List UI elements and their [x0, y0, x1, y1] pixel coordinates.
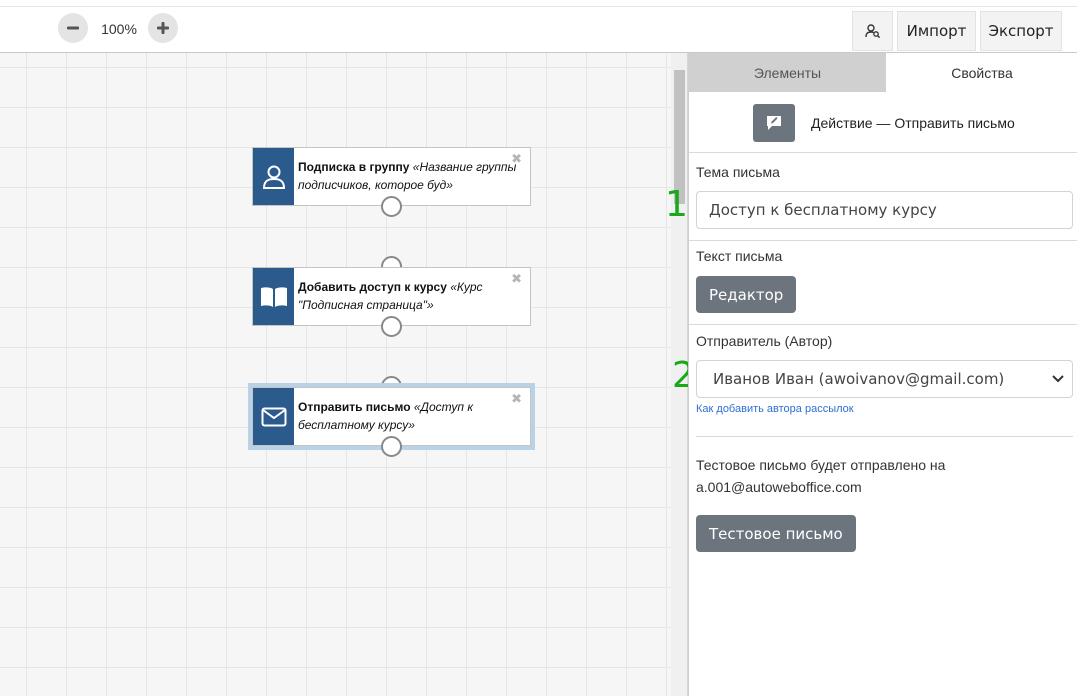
- import-button[interactable]: Импорт: [897, 11, 976, 51]
- close-icon[interactable]: ✖: [511, 391, 522, 407]
- test-email-address: a.001@autoweboffice.com: [696, 479, 862, 495]
- action-title: Действие — Отправить письмо: [811, 115, 1015, 131]
- subject-label: Тема письма: [696, 164, 780, 180]
- toolbar: 100% Импорт Экспорт: [0, 8, 1077, 53]
- subject-input-value: Доступ к бесплатному курсу: [709, 201, 937, 219]
- properties-panel: Элементы Свойства Действие — Отправить п…: [688, 53, 1077, 696]
- node-title: Отправить письмо: [298, 400, 411, 414]
- annotation-marker-1: 1: [665, 184, 688, 225]
- comment-edit-icon: [767, 116, 781, 130]
- zoom-in-button[interactable]: [148, 13, 178, 43]
- subject-input[interactable]: Доступ к бесплатному курсу: [696, 191, 1073, 229]
- sender-label: Отправитель (Автор): [696, 333, 833, 349]
- top-edge: [0, 0, 1077, 7]
- tab-elements[interactable]: Элементы: [689, 53, 886, 92]
- close-icon[interactable]: ✖: [511, 151, 522, 167]
- zoom-level: 100%: [101, 21, 137, 37]
- chevron-down-icon: [1052, 375, 1064, 383]
- sender-select-value: Иванов Иван (awoivanov@gmail.com): [713, 370, 1005, 388]
- node-title: Добавить доступ к курсу: [298, 280, 447, 294]
- flow-canvas[interactable]: Подписка в группу «Название группы подпи…: [0, 53, 671, 696]
- close-icon[interactable]: ✖: [511, 271, 522, 287]
- node-output-port[interactable]: [381, 316, 402, 337]
- node-output-port[interactable]: [381, 436, 402, 457]
- node-title: Подписка в группу: [298, 160, 410, 174]
- editor-button[interactable]: Редактор: [696, 276, 797, 313]
- user-search-icon: [864, 24, 880, 39]
- book-icon: [260, 286, 287, 307]
- user-icon: [262, 165, 285, 189]
- test-email-button[interactable]: Тестовое письмо: [696, 515, 856, 552]
- envelope-icon: [261, 407, 286, 426]
- sender-help-link[interactable]: Как добавить автора рассылок: [696, 403, 854, 415]
- tab-properties[interactable]: Свойства: [886, 53, 1077, 92]
- minus-icon: [67, 26, 79, 30]
- action-header: Действие — Отправить письмо: [753, 104, 1015, 142]
- user-search-button[interactable]: [852, 11, 893, 51]
- export-button[interactable]: Экспорт: [980, 11, 1062, 51]
- plus-icon: [157, 22, 169, 34]
- body-label: Текст письма: [696, 248, 783, 264]
- node-output-port[interactable]: [381, 196, 402, 217]
- zoom-out-button[interactable]: [58, 13, 88, 43]
- sender-select[interactable]: Иванов Иван (awoivanov@gmail.com): [696, 360, 1073, 398]
- test-email-info: Тестовое письмо будет отправлено на a.00…: [696, 454, 1066, 498]
